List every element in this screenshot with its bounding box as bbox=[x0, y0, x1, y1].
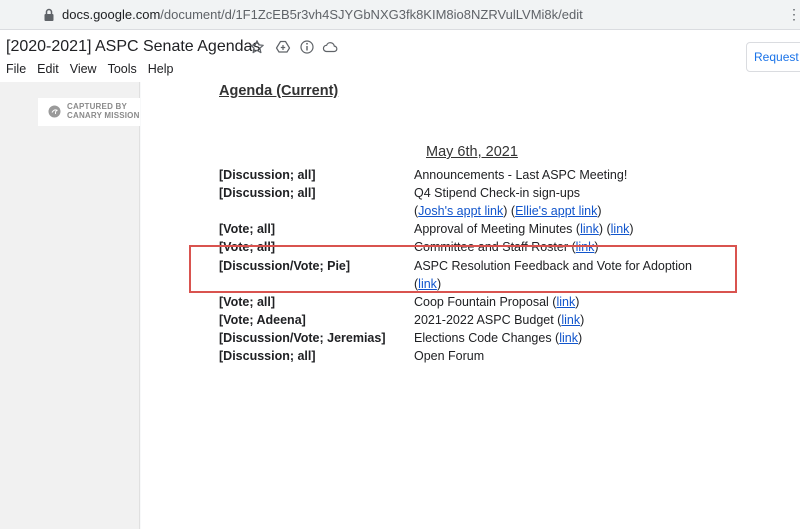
menu-edit[interactable]: Edit bbox=[37, 62, 59, 76]
meeting-date: May 6th, 2021 bbox=[426, 144, 518, 160]
menu-file[interactable]: File bbox=[6, 62, 26, 76]
url-text[interactable]: docs.google.com/document/d/1F1ZcEB5r3vh4… bbox=[62, 7, 583, 22]
more-options-icon[interactable]: ⋮ bbox=[787, 6, 800, 23]
agenda-text: 2021-2022 ASPC Budget ( bbox=[414, 313, 562, 327]
agenda-text: Announcements - Last ASPC Meeting! bbox=[414, 168, 628, 182]
agenda-link[interactable]: link bbox=[561, 313, 580, 327]
agenda-item-label: [Discussion; all] bbox=[219, 168, 316, 182]
agenda-text: ) ( bbox=[503, 204, 516, 218]
canary-mission-logo-icon bbox=[48, 105, 61, 118]
agenda-item-description: Elections Code Changes (link) bbox=[414, 331, 582, 345]
agenda-item-label: [Discussion/Vote; Jeremias] bbox=[219, 331, 386, 345]
watermark-line-1: CAPTURED BY bbox=[67, 102, 127, 111]
docs-header: [2020-2021] ASPC Senate Agendas File Edit… bbox=[0, 30, 800, 82]
star-icon[interactable] bbox=[249, 39, 265, 55]
agenda-text: ) bbox=[575, 295, 580, 309]
agenda-text: Elections Code Changes ( bbox=[414, 331, 560, 345]
agenda-text: Q4 Stipend Check-in sign-ups bbox=[414, 186, 581, 200]
watermark-badge: CAPTURED BY CANARY MISSION bbox=[38, 98, 140, 126]
document-title[interactable]: [2020-2021] ASPC Senate Agendas bbox=[6, 38, 260, 56]
document-canvas: CAPTURED BY CANARY MISSION bbox=[0, 82, 800, 529]
menu-help[interactable]: Help bbox=[148, 62, 174, 76]
agenda-heading: Agenda (Current) bbox=[219, 83, 339, 99]
agenda-item-description: 2021-2022 ASPC Budget (link) bbox=[414, 313, 584, 327]
browser-address-bar[interactable]: docs.google.com/document/d/1F1ZcEB5r3vh4… bbox=[0, 0, 800, 30]
menu-tools[interactable]: Tools bbox=[108, 62, 137, 76]
agenda-link[interactable]: link bbox=[611, 222, 630, 236]
agenda-item-label: [Discussion; all] bbox=[219, 349, 316, 363]
agenda-text: Coop Fountain Proposal ( bbox=[414, 295, 557, 309]
agenda-item-label: [Vote; Adeena] bbox=[219, 313, 306, 327]
agenda-item-description: Q4 Stipend Check-in sign-ups bbox=[414, 186, 580, 200]
agenda-text: ) bbox=[597, 204, 602, 218]
agenda-link[interactable]: link bbox=[559, 331, 578, 345]
agenda-text: ) bbox=[580, 313, 585, 327]
agenda-text: ) bbox=[629, 222, 634, 236]
agenda-link[interactable]: link bbox=[556, 295, 575, 309]
agenda-item-description: Announcements - Last ASPC Meeting! bbox=[414, 168, 627, 182]
agenda-text: ) bbox=[578, 331, 583, 345]
request-edit-access-button[interactable]: Request e bbox=[746, 42, 800, 72]
agenda-link[interactable]: link bbox=[580, 222, 599, 236]
document-outline-area bbox=[0, 82, 140, 529]
move-to-drive-icon[interactable] bbox=[275, 39, 291, 55]
agenda-link[interactable]: Josh's appt link bbox=[418, 204, 503, 218]
agenda-item-description: Open Forum bbox=[414, 349, 484, 363]
agenda-item-label: [Discussion; all] bbox=[219, 186, 316, 200]
info-icon[interactable] bbox=[299, 39, 315, 55]
menu-view[interactable]: View bbox=[70, 62, 97, 76]
agenda-text: Open Forum bbox=[414, 349, 485, 363]
agenda-link[interactable]: Ellie's appt link bbox=[515, 204, 597, 218]
agenda-item-description: (Josh's appt link) (Ellie's appt link) bbox=[414, 204, 602, 218]
agenda-item-description: Coop Fountain Proposal (link) bbox=[414, 295, 579, 309]
lock-icon bbox=[44, 8, 54, 21]
highlight-box bbox=[189, 245, 737, 293]
agenda-text: Approval of Meeting Minutes ( bbox=[414, 222, 581, 236]
agenda-item-label: [Vote; all] bbox=[219, 222, 276, 236]
menu-bar: File Edit View Tools Help bbox=[6, 62, 184, 76]
cloud-status-icon[interactable] bbox=[322, 39, 338, 55]
agenda-item-label: [Vote; all] bbox=[219, 295, 276, 309]
watermark-line-2: CANARY MISSION bbox=[67, 111, 140, 120]
agenda-item-description: Approval of Meeting Minutes (link) (link… bbox=[414, 222, 634, 236]
agenda-text: ) ( bbox=[598, 222, 611, 236]
